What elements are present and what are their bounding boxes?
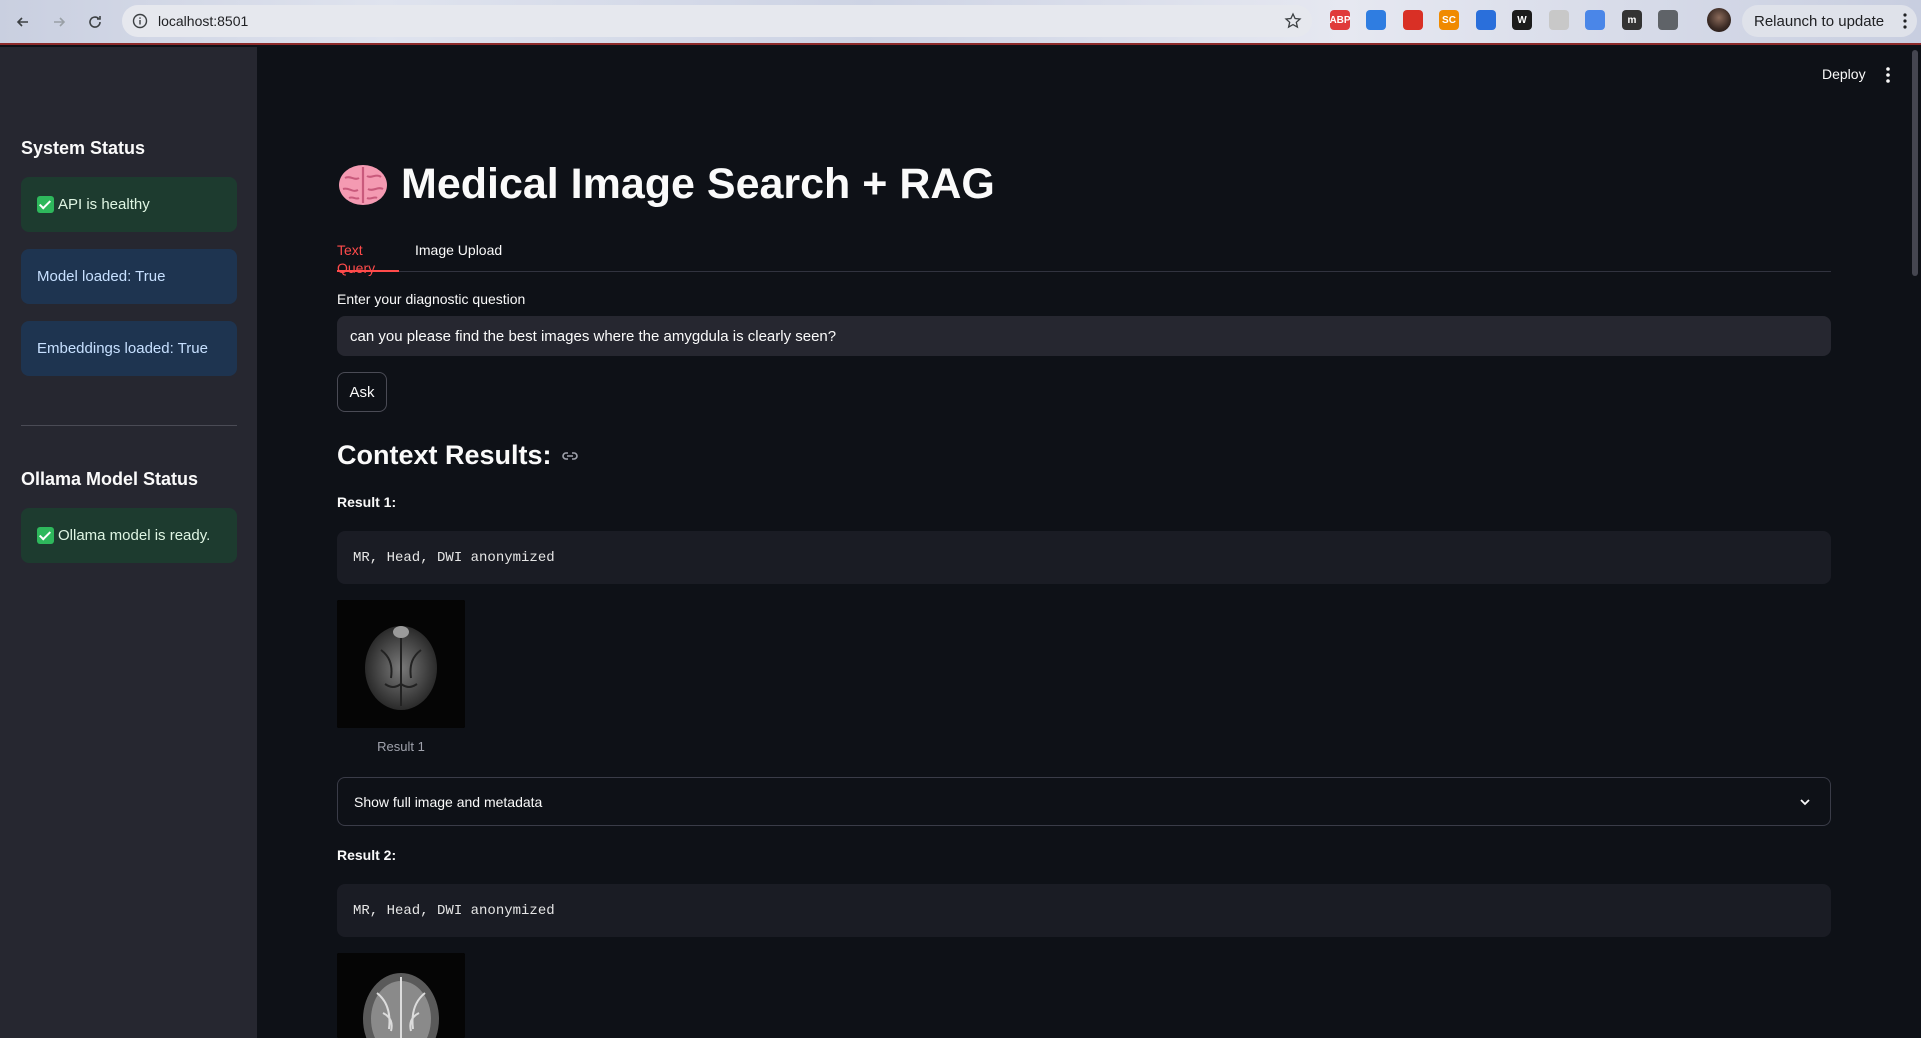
arrow-left-icon <box>16 17 28 27</box>
ollama-status-heading: Ollama Model Status <box>21 469 199 489</box>
sidebar: System Status API is healthy Model loade… <box>0 47 257 1038</box>
embeddings-loaded-text: Embeddings loaded: True <box>37 340 208 357</box>
ask-button[interactable]: Ask <box>337 372 387 412</box>
page-icon[interactable] <box>1549 10 1569 30</box>
model-loaded-alert: Model loaded: True <box>21 249 237 304</box>
tab-image-upload[interactable]: Image Upload <box>415 240 505 272</box>
relaunch-label: Relaunch to update <box>1754 12 1885 30</box>
reload-button[interactable] <box>83 10 107 34</box>
sidebar-divider <box>21 425 237 426</box>
result-caption: Result 1 <box>377 739 425 754</box>
question-input[interactable]: can you please find the best images wher… <box>337 316 1831 356</box>
chevron-down-icon <box>1800 799 1810 806</box>
url-text[interactable]: localhost:8501 <box>158 13 248 29</box>
brain-icon <box>339 164 387 205</box>
context-results-heading: Context Results: <box>337 440 580 471</box>
tab-bar: Text Query Image Upload <box>337 240 1831 276</box>
sync-icon[interactable] <box>1366 10 1386 30</box>
check-icon <box>37 196 54 213</box>
embeddings-loaded-alert: Embeddings loaded: True <box>21 321 237 376</box>
main-menu-icon[interactable] <box>1885 66 1891 84</box>
address-bar[interactable]: localhost:8501 <box>122 5 1312 37</box>
result-metadata-code: MR, Head, DWI anonymized <box>337 531 1831 584</box>
api-status-text: API is healthy <box>58 196 150 213</box>
translate-icon[interactable] <box>1585 10 1605 30</box>
ollama-status-alert: Ollama model is ready. <box>21 508 237 563</box>
result-metadata-code: MR, Head, DWI anonymized <box>337 884 1831 937</box>
system-status-heading: System Status <box>21 138 146 158</box>
question-label: Enter your diagnostic question <box>337 291 526 307</box>
back-button[interactable] <box>11 10 35 34</box>
brain-scan-image <box>337 953 465 1038</box>
site-info-icon[interactable] <box>132 13 148 29</box>
result-thumbnail[interactable] <box>337 953 465 1038</box>
deploy-button[interactable]: Deploy <box>1822 66 1866 82</box>
bookmark-star-icon[interactable] <box>1284 12 1302 30</box>
forward-button[interactable] <box>47 10 71 34</box>
ollama-status-text: Ollama model is ready. <box>58 527 211 544</box>
anchor-link-icon[interactable] <box>560 446 580 466</box>
brain-scan-image <box>337 600 465 728</box>
arrow-right-icon <box>54 17 66 27</box>
model-loaded-text: Model loaded: True <box>37 268 166 285</box>
check-icon <box>37 527 54 544</box>
tab-text-query[interactable]: Text Query <box>337 240 399 276</box>
w-icon[interactable]: W <box>1512 10 1532 30</box>
sc-icon[interactable]: SC <box>1439 10 1459 30</box>
expander-label: Show full image and metadata <box>354 793 543 810</box>
m-icon[interactable]: m <box>1622 10 1642 30</box>
kebab-menu-icon <box>1903 13 1907 29</box>
result-label: Result 1: <box>337 494 397 510</box>
browser-toolbar: localhost:8501 ABP SC Wm Relaunch to updat… <box>0 0 1921 45</box>
result-expander[interactable]: Show full image and metadata <box>337 777 1831 826</box>
reload-icon <box>89 16 101 28</box>
page-title-text: Medical Image Search + RAG <box>401 160 995 208</box>
page-title: Medical Image Search + RAG <box>337 160 995 209</box>
puzzle-icon[interactable] <box>1658 10 1678 30</box>
profile-avatar[interactable] <box>1707 8 1731 32</box>
result-label: Result 2: <box>337 847 397 863</box>
page-scrollbar[interactable] <box>1912 50 1918 276</box>
diamond-icon[interactable] <box>1476 10 1496 30</box>
result-thumbnail[interactable] <box>337 600 465 728</box>
adblock-icon[interactable]: ABP <box>1329 10 1351 30</box>
relaunch-button[interactable]: Relaunch to update <box>1742 5 1917 37</box>
api-status-alert: API is healthy <box>21 177 237 232</box>
context-results-text: Context Results: <box>337 440 552 470</box>
bookmark-red-icon[interactable] <box>1403 10 1423 30</box>
